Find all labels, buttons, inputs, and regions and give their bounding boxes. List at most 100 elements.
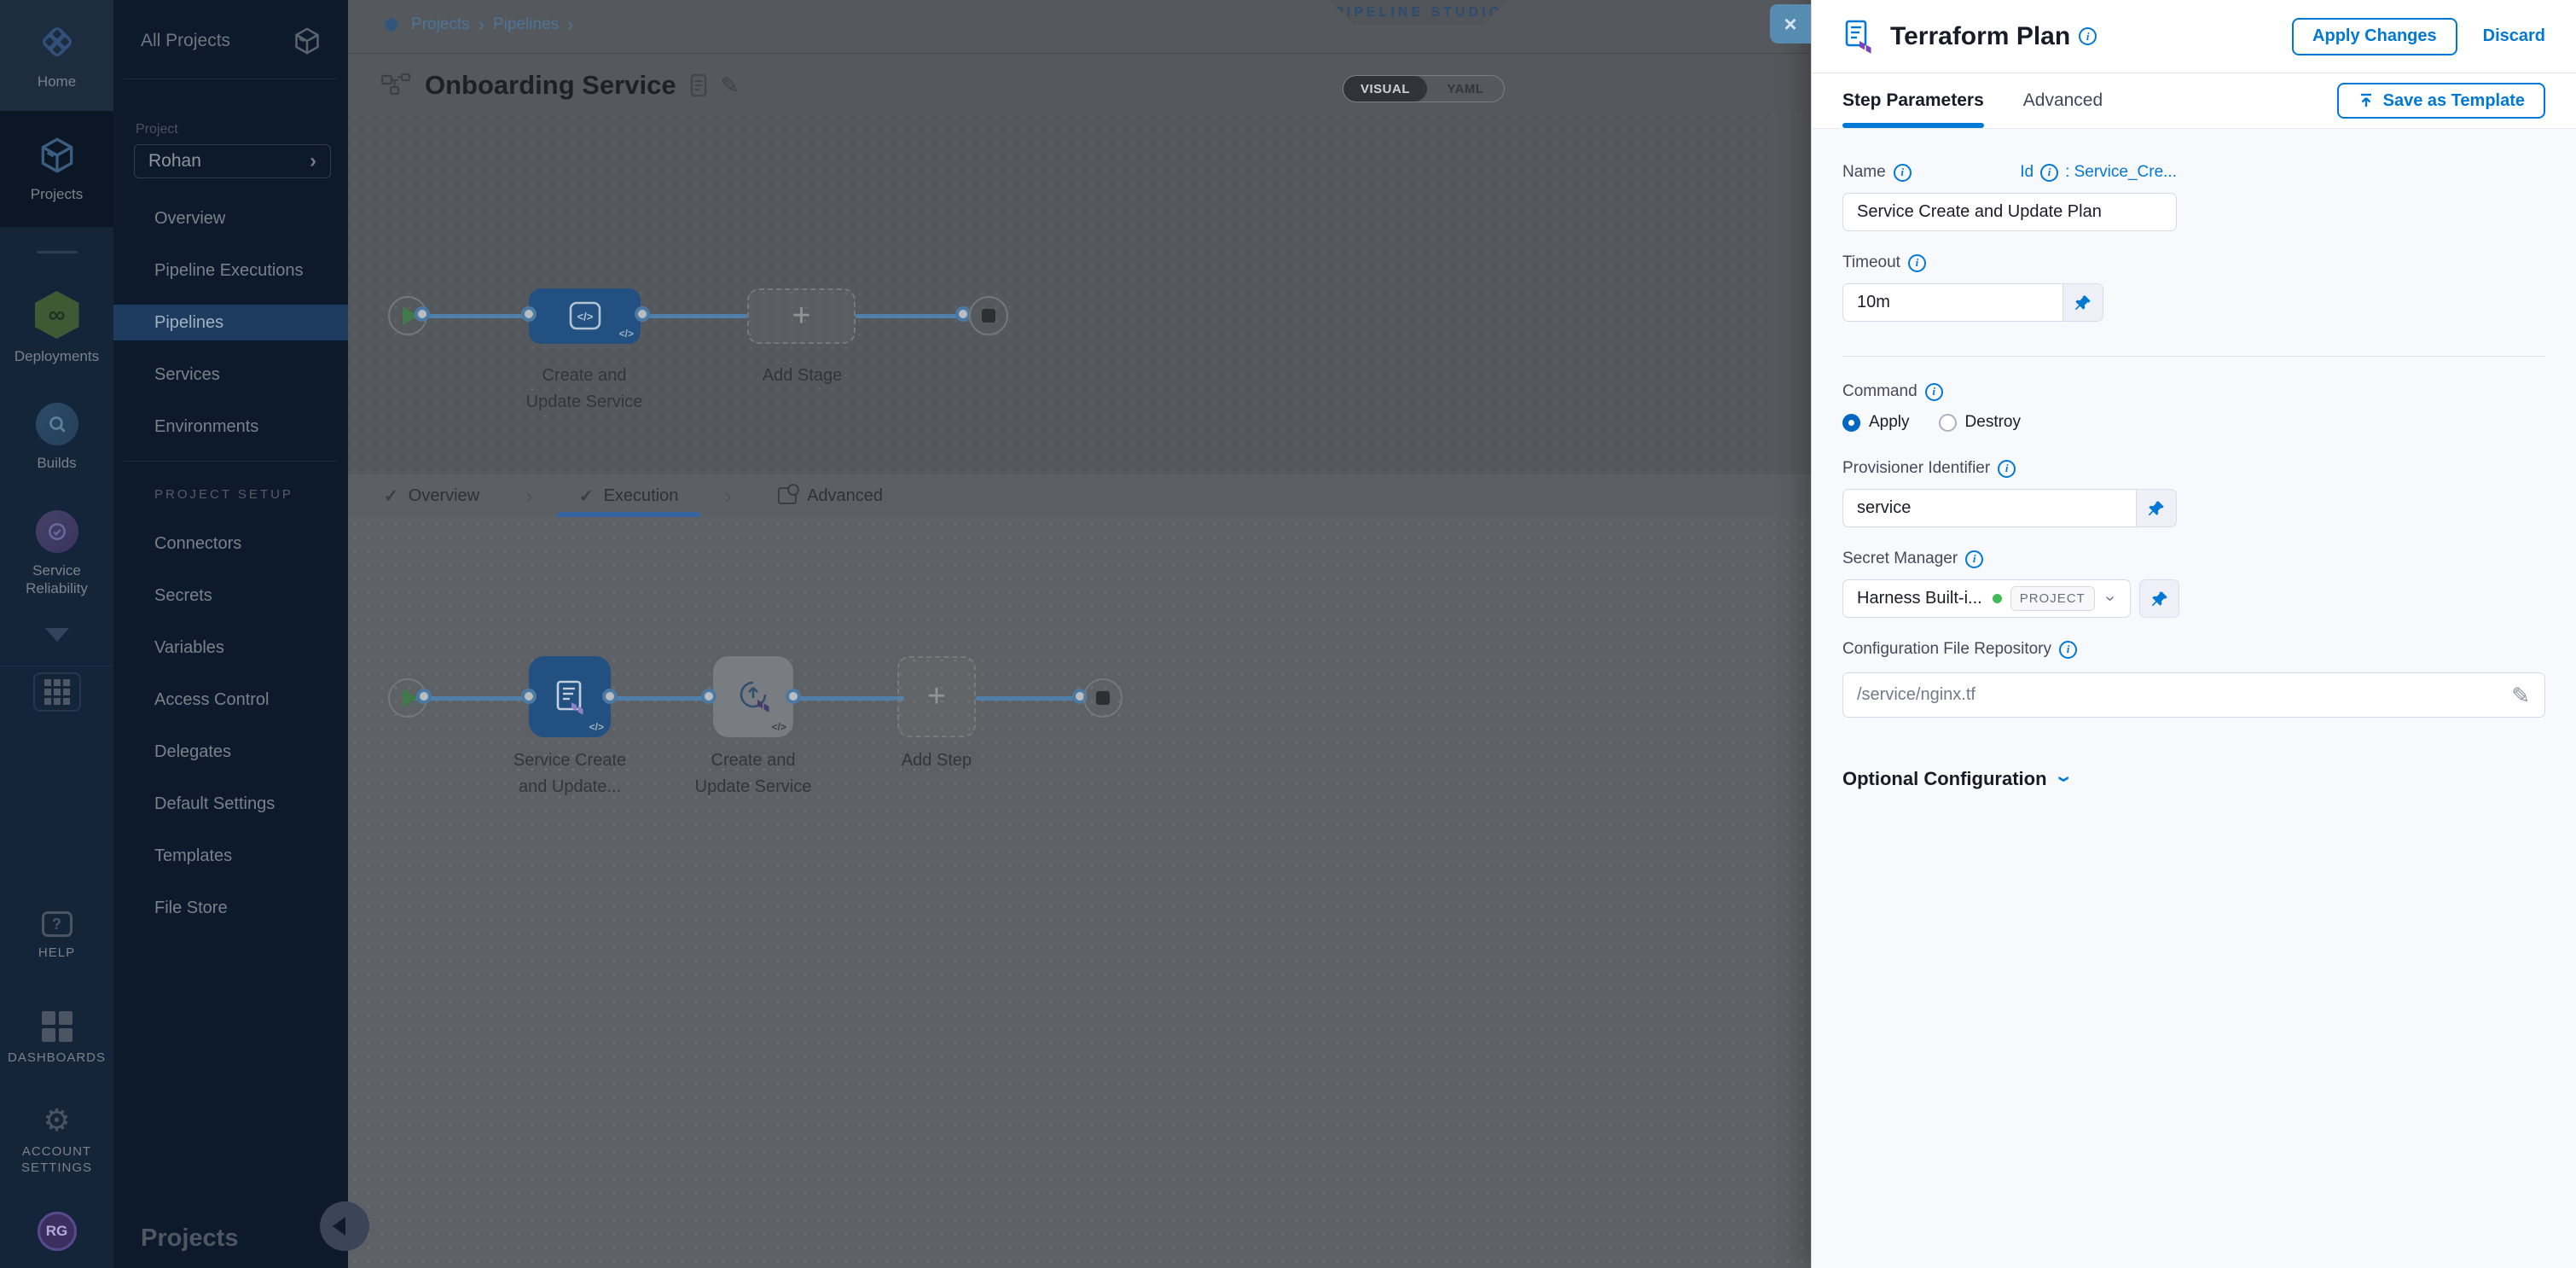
save-as-template-button[interactable]: Save as Template	[2337, 83, 2545, 119]
chevron-right-icon: ›	[310, 149, 316, 173]
optional-configuration-toggle[interactable]: Optional Configuration ›	[1842, 767, 2545, 791]
upload-icon	[2358, 92, 2375, 109]
check-icon: ✓	[579, 486, 594, 507]
sidebar-item-environments[interactable]: Environments	[113, 409, 348, 445]
module-picker-button[interactable]	[33, 672, 81, 712]
chevron-right-icon: ›	[479, 14, 484, 36]
sidebar-item-access-control[interactable]: Access Control	[113, 682, 348, 718]
secret-manager-select[interactable]: Harness Built-i... PROJECT ›	[1842, 579, 2131, 618]
radio-apply[interactable]: Apply	[1842, 413, 1910, 432]
step-node-terraform-apply[interactable]: </>	[713, 656, 793, 737]
sidebar-footer-title: Projects	[141, 1224, 238, 1253]
rail-item-builds[interactable]: Builds	[0, 403, 113, 472]
avatar[interactable]: RG	[38, 1212, 77, 1251]
stage-node-create-update-service[interactable]: </> </>	[529, 288, 641, 344]
stop-icon	[982, 309, 995, 323]
name-input[interactable]	[1842, 193, 2177, 231]
sidebar-nav: Overview Pipeline Executions Pipelines S…	[113, 201, 348, 445]
toggle-visual[interactable]: VISUAL	[1343, 76, 1427, 102]
panel-tab-bar: Step Parameters Advanced Save as Templat…	[1812, 73, 2576, 128]
rail-item-help[interactable]: ? HELP	[0, 911, 113, 962]
sidebar-item-pipelines[interactable]: Pipelines	[113, 305, 348, 340]
rail-item-projects[interactable]: Projects	[0, 111, 113, 227]
rail-item-deployments[interactable]: ∞ Deployments	[0, 291, 113, 365]
project-select-value: Rohan	[148, 151, 201, 172]
discard-button[interactable]: Discard	[2483, 26, 2545, 46]
notes-icon[interactable]	[690, 73, 707, 97]
sidebar-item-pipeline-executions[interactable]: Pipeline Executions	[113, 253, 348, 288]
port-dot	[635, 306, 650, 322]
timeout-runtime-pin-button[interactable]	[2063, 283, 2103, 322]
rail-item-service-reliability[interactable]: Service Reliability	[0, 510, 113, 598]
tab-execution[interactable]: ✓ Execution	[557, 474, 701, 517]
sidebar-item-default-settings[interactable]: Default Settings	[113, 786, 348, 822]
command-radio-group: Apply Destroy	[1842, 413, 2545, 432]
add-stage-button[interactable]: +	[747, 288, 856, 344]
sidebar-item-templates[interactable]: Templates	[113, 838, 348, 874]
sidebar-item-overview[interactable]: Overview	[113, 201, 348, 236]
rail-item-home[interactable]: Home	[0, 0, 113, 111]
terraform-plan-step-icon	[548, 675, 592, 719]
info-icon[interactable]: i	[1908, 254, 1926, 272]
provisioner-input[interactable]	[1842, 489, 2137, 527]
tab-advanced[interactable]: Advanced	[2023, 73, 2103, 128]
info-icon[interactable]: i	[2059, 641, 2077, 659]
info-icon[interactable]: i	[1925, 383, 1943, 401]
breadcrumb-projects[interactable]: Projects	[411, 15, 470, 34]
stage-end-node[interactable]	[969, 296, 1008, 335]
rail-item-dashboards[interactable]: DASHBOARDS	[0, 1011, 113, 1067]
port-dot	[786, 689, 801, 704]
tab-advanced[interactable]: Advanced	[756, 474, 905, 517]
step-end-node[interactable]	[1083, 678, 1123, 718]
rail-label-account-settings: ACCOUNT SETTINGS	[15, 1144, 100, 1177]
edit-pencil-icon[interactable]: ✎	[2511, 683, 2530, 709]
info-icon[interactable]: i	[1998, 460, 2016, 478]
provisioner-runtime-pin-button[interactable]	[2137, 489, 2177, 527]
app-root: Home Projects ∞ Deployments Builds Servi…	[0, 0, 2576, 1268]
edit-pencil-icon[interactable]: ✎	[721, 73, 740, 99]
close-drawer-button[interactable]: ×	[1770, 4, 1811, 44]
timeout-input-group	[1842, 283, 2103, 322]
sidebar-item-file-store[interactable]: File Store	[113, 890, 348, 926]
sidebar-item-services[interactable]: Services	[113, 357, 348, 393]
info-icon[interactable]: i	[1894, 164, 1912, 182]
project-select[interactable]: Rohan ›	[134, 144, 331, 178]
advanced-settings-icon	[778, 487, 797, 504]
apply-changes-button[interactable]: Apply Changes	[2292, 18, 2457, 55]
user-avatar-wrap[interactable]: RG	[0, 1212, 113, 1251]
sidebar-collapse-button[interactable]	[320, 1201, 369, 1251]
tab-overview[interactable]: ✓ Overview	[362, 474, 502, 517]
rail-label-home: Home	[38, 73, 76, 90]
step-node-terraform-plan[interactable]: </>	[529, 656, 611, 737]
toggle-yaml[interactable]: YAML	[1427, 76, 1504, 102]
edge	[856, 314, 971, 318]
secret-manager-runtime-pin-button[interactable]	[2139, 579, 2179, 618]
rail-more-chevron-icon[interactable]	[45, 628, 69, 642]
harness-logo-icon	[380, 14, 403, 36]
sidebar-title[interactable]: All Projects	[141, 31, 230, 51]
rail-item-account-settings[interactable]: ⚙ ACCOUNT SETTINGS	[0, 1105, 113, 1177]
info-icon[interactable]: i	[1965, 550, 1983, 568]
builds-icon	[36, 403, 78, 445]
project-selector-cube-icon[interactable]	[290, 24, 324, 58]
tab-step-parameters[interactable]: Step Parameters	[1842, 73, 1984, 128]
add-step-button[interactable]: +	[897, 656, 976, 737]
info-icon[interactable]: i	[2079, 27, 2097, 45]
sidebar-item-secrets[interactable]: Secrets	[113, 578, 348, 614]
sidebar-item-connectors[interactable]: Connectors	[113, 526, 348, 561]
port-dot	[415, 306, 430, 322]
breadcrumb-pipelines[interactable]: Pipelines	[493, 15, 559, 34]
step-id-link[interactable]: Id i : Service_Cre...	[2020, 163, 2177, 182]
svg-text:</>: </>	[577, 310, 593, 323]
harness-logo-icon	[35, 20, 79, 64]
port-dot	[701, 689, 717, 704]
step-parameters-form: Name i Id i : Service_Cre... Timeout i	[1812, 128, 2576, 1268]
timeout-input[interactable]	[1842, 283, 2063, 322]
add-step-label: Add Step	[873, 747, 1001, 774]
edge	[641, 314, 747, 318]
radio-destroy[interactable]: Destroy	[1939, 413, 2021, 432]
sidebar-item-delegates[interactable]: Delegates	[113, 734, 348, 770]
dashboards-icon	[42, 1011, 73, 1042]
sidebar-item-variables[interactable]: Variables	[113, 630, 348, 666]
config-repo-input[interactable]	[1842, 672, 2545, 718]
